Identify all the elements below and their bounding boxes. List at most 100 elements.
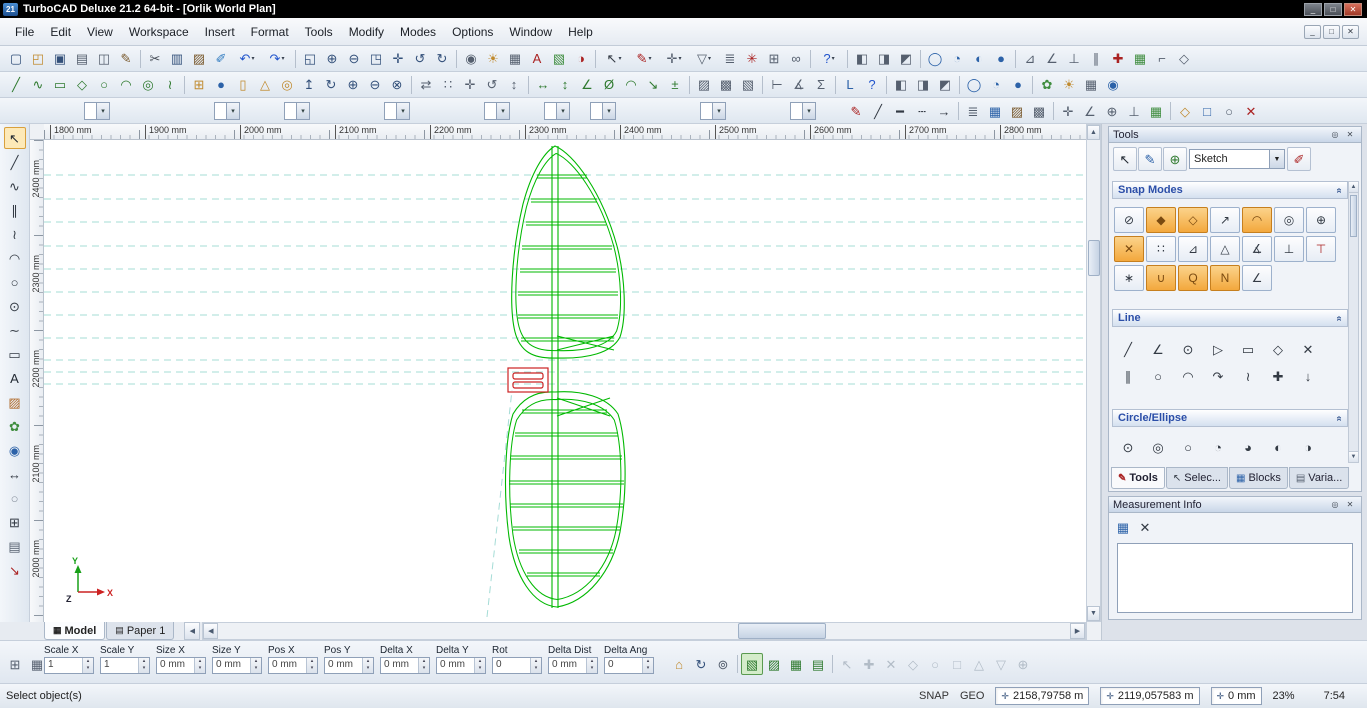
open-icon[interactable]: ◰ (27, 48, 49, 70)
erase-icon[interactable]: ✕ (1240, 100, 1262, 122)
horizontal-scrollbar[interactable]: ◀ ▶ (202, 622, 1086, 640)
field-input[interactable]: 0 mm▴▾ (436, 657, 486, 674)
line-down-icon[interactable]: ↓ (1294, 364, 1322, 388)
zoom-in-icon[interactable]: ⊕ (321, 48, 343, 70)
draw-ellipse-icon[interactable]: ◎ (137, 74, 159, 96)
circle-section-header[interactable]: Circle/Ellipse « (1112, 409, 1348, 427)
snap-divide-icon[interactable]: ∠ (1242, 265, 1272, 291)
hyperlink-icon[interactable]: ∞ (785, 48, 807, 70)
undo-icon[interactable]: ↶▾ (232, 48, 262, 70)
shade-wireframe-icon[interactable]: ◯ (963, 74, 985, 96)
text-tool-icon[interactable]: A (4, 367, 26, 389)
symbol-library-icon[interactable]: ✿ (4, 415, 26, 437)
whats-this-help-icon[interactable]: ? (861, 74, 883, 96)
polyline-tool-icon[interactable]: ∿ (4, 175, 26, 197)
field-input[interactable]: 0 mm▴▾ (548, 657, 598, 674)
box-3d-icon[interactable]: ⊞ (188, 74, 210, 96)
line-rotated-rectangle-icon[interactable]: ◇ (1264, 337, 1292, 361)
snap-quadrant-icon[interactable]: ◎ (1274, 207, 1304, 233)
snap-center-icon[interactable]: ⊕ (1306, 207, 1336, 233)
palette-tab-blocks[interactable]: ▦Blocks (1229, 467, 1288, 489)
property-combo-2[interactable]: ▾ (214, 102, 240, 120)
help-icon[interactable]: ?▾ (814, 48, 844, 70)
move-icon[interactable]: ✛ (459, 74, 481, 96)
grid-toggle-icon[interactable]: ▦ (504, 48, 526, 70)
extrude-icon[interactable]: ↥ (298, 74, 320, 96)
snap-ruler-icon[interactable]: ⊿ (1178, 236, 1208, 262)
field-spinner[interactable]: ▴▾ (642, 658, 653, 673)
palette-tab-tools[interactable]: ✎Tools (1111, 467, 1165, 489)
collapse-snap-icon[interactable]: « (1334, 187, 1345, 193)
scroll-down-arrow[interactable]: ▼ (1087, 606, 1100, 621)
dropdown-caret[interactable]: ▾ (281, 55, 284, 62)
dim-leader-icon[interactable]: ↘ (642, 74, 664, 96)
new-icon[interactable]: ▢ (5, 48, 27, 70)
view-eye-icon[interactable]: ◉ (4, 439, 26, 461)
boolean-intersect-icon[interactable]: ⊗ (386, 74, 408, 96)
insert-text-icon[interactable]: A (526, 48, 548, 70)
color-palette-icon[interactable]: ▦ (984, 100, 1006, 122)
curve-tool-icon[interactable]: ∼ (4, 319, 26, 341)
no-snap-icon[interactable]: ⊘ (1114, 207, 1144, 233)
previous-view-icon[interactable]: ↺ (409, 48, 431, 70)
drawing-svg[interactable]: YZX (44, 140, 1086, 622)
menu-modes[interactable]: Modes (393, 22, 443, 42)
palette-scroll-up[interactable]: ▲ (1349, 182, 1358, 193)
inspector-options-icon[interactable]: ⊞ (4, 653, 26, 675)
workplane-by-face-icon[interactable]: ⊿ (1019, 48, 1041, 70)
line-rectangle-icon[interactable]: ▭ (1234, 337, 1262, 361)
coord-z-field[interactable]: ✛ 0 mm (1211, 687, 1262, 705)
restore-button[interactable]: □ (1324, 3, 1342, 16)
group-icon[interactable]: ⊞ (763, 48, 785, 70)
line-wave-icon[interactable]: ≀ (1234, 364, 1262, 388)
pan-icon[interactable]: ✛ (387, 48, 409, 70)
line-cross-icon[interactable]: ✕ (1294, 337, 1322, 361)
menu-view[interactable]: View (80, 22, 120, 42)
field-input[interactable]: 0 mm▴▾ (156, 657, 206, 674)
zoom-out-icon[interactable]: ⊖ (343, 48, 365, 70)
snap-toggle[interactable]: SNAP (919, 690, 949, 702)
field-input[interactable]: 1▴▾ (44, 657, 94, 674)
snap-quick-icon[interactable]: Q (1178, 265, 1208, 291)
anchor-icon[interactable]: ⊚ (712, 653, 734, 675)
dropdown-caret[interactable]: ▾ (708, 55, 711, 62)
torus-3d-icon[interactable]: ◎ (276, 74, 298, 96)
menu-insert[interactable]: Insert (198, 22, 242, 42)
snap-modes-section-header[interactable]: Snap Modes « (1112, 181, 1348, 199)
field-spinner[interactable]: ▴▾ (530, 658, 541, 673)
tab-paper-1[interactable]: ▤ Paper 1 (106, 622, 174, 640)
spline-tool-icon[interactable]: ≀ (4, 223, 26, 245)
gradient-fill-icon[interactable]: ▧ (737, 74, 759, 96)
field-spinner[interactable]: ▴▾ (250, 658, 261, 673)
tools-palette-header[interactable]: Tools ◎✕ (1109, 127, 1361, 143)
mirror-icon[interactable]: ⇄ (415, 74, 437, 96)
snap-perpendicular-icon[interactable]: ⊥ (1274, 236, 1304, 262)
field-spinner[interactable]: ▴▾ (306, 658, 317, 673)
pattern-icon[interactable]: ▩ (1028, 100, 1050, 122)
line-center-point-icon[interactable]: ⊙ (1174, 337, 1202, 361)
select-fence-icon[interactable]: ▦ (785, 653, 807, 675)
style-combo[interactable]: Sketch ▼ (1189, 149, 1285, 169)
purge-icon[interactable]: ○ (1218, 100, 1240, 122)
menu-file[interactable]: File (8, 22, 41, 42)
pen-dash-icon[interactable]: ┄ (911, 100, 933, 122)
brush-style-icon[interactable]: ▨ (1006, 100, 1028, 122)
circle-concentric-icon[interactable]: ◎ (1144, 435, 1172, 459)
ortho-toggle-icon[interactable]: ⊥ (1123, 100, 1145, 122)
pin-icon[interactable]: ◎ (1328, 128, 1342, 141)
property-combo-8[interactable]: ▾ (700, 102, 726, 120)
draw-polyline-icon[interactable]: ∿ (27, 74, 49, 96)
snap-arc-center-icon[interactable]: ◠ (1242, 207, 1272, 233)
document-close-icon[interactable]: ✕ (1342, 25, 1359, 39)
line-tangent-arc-icon[interactable]: ◠ (1174, 364, 1202, 388)
document-minimize-icon[interactable]: _ (1304, 25, 1321, 39)
pick-coordinates-icon[interactable]: ✛ (1057, 100, 1079, 122)
explode-icon[interactable]: ✳ (741, 48, 763, 70)
line-curve-icon[interactable]: ↷ (1204, 364, 1232, 388)
collapse-line-icon[interactable]: « (1334, 315, 1345, 321)
materials-icon[interactable]: ✿ (1036, 74, 1058, 96)
circle-tool-icon[interactable]: ○ (4, 271, 26, 293)
field-input[interactable]: 0 mm▴▾ (380, 657, 430, 674)
circle-three-quarter-icon[interactable]: ◕ (1234, 435, 1262, 459)
revolve-icon[interactable]: ↻ (320, 74, 342, 96)
